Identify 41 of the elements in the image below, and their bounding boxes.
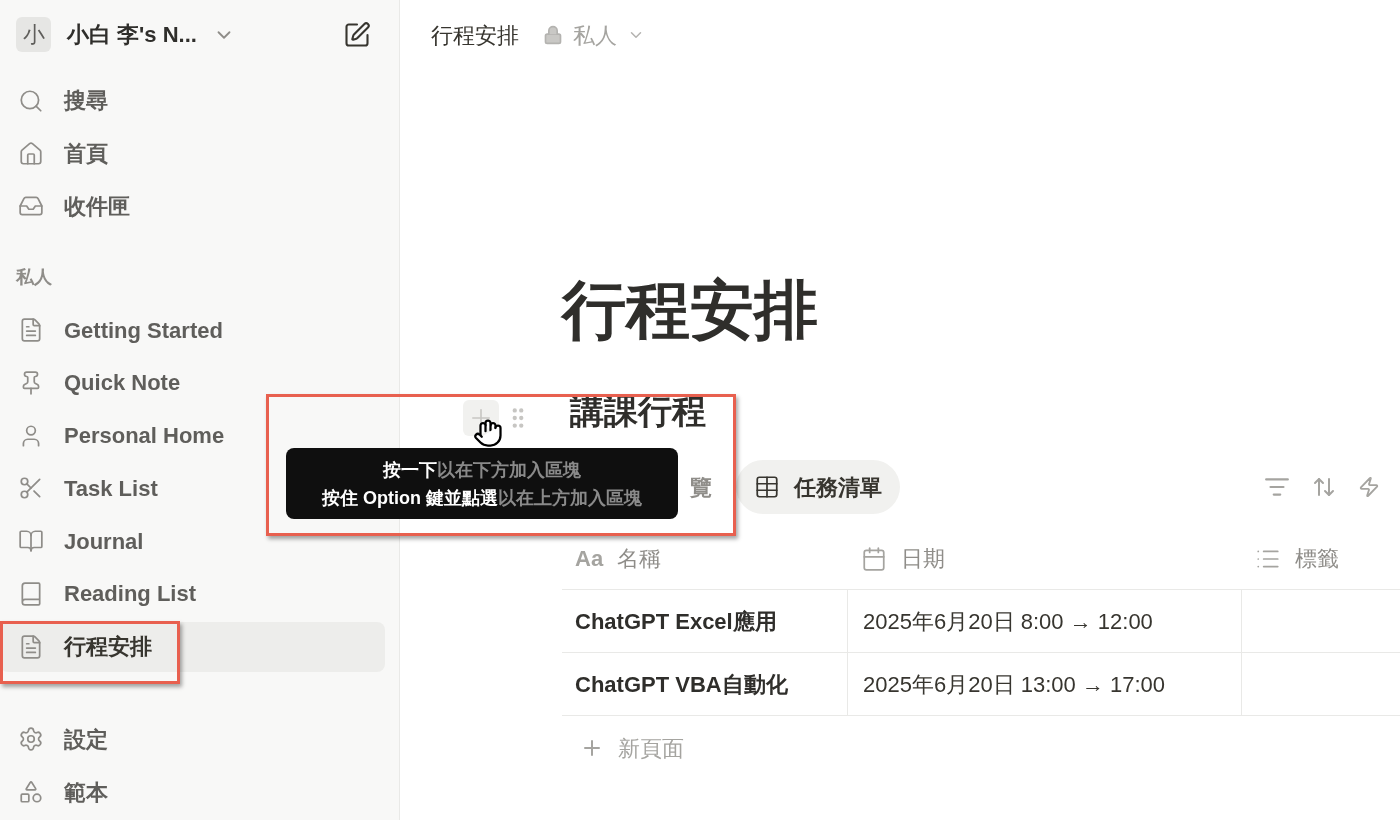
workspace-switcher[interactable]: 小白 李's N...	[67, 18, 197, 52]
lightning-icon[interactable]	[1358, 476, 1380, 498]
document-icon	[18, 633, 44, 660]
workspace-avatar: 小	[16, 17, 51, 53]
search-icon	[18, 87, 44, 114]
table-cell[interactable]: ChatGPT VBA自動化	[562, 653, 848, 715]
table-cell: 2025年6月20日 13:00 → 17:00	[848, 653, 1242, 715]
sidebar-item[interactable]: 首頁	[0, 128, 385, 179]
settings-icon	[18, 726, 44, 753]
sort-icon[interactable]	[1312, 475, 1336, 499]
section-label: 私人	[16, 266, 52, 290]
new-page-icon[interactable]	[343, 20, 371, 49]
sidebar-item[interactable]: Reading List	[0, 569, 385, 619]
table-cell[interactable]: ChatGPT Excel應用	[562, 590, 848, 652]
table-icon	[754, 474, 780, 500]
page-title: 行程安排	[562, 273, 818, 348]
sidebar-item[interactable]: 搜尋	[0, 75, 385, 126]
column-header[interactable]: 日期	[848, 528, 1242, 589]
shapes-icon	[18, 779, 44, 806]
hand-cursor-icon	[473, 418, 503, 448]
document-icon	[18, 317, 44, 344]
lock-icon	[543, 25, 563, 45]
sidebar-item[interactable]: 設定	[0, 714, 385, 765]
tooltip-line: 按住 Option 鍵並點選以在上方加入區塊	[322, 486, 642, 510]
tooltip-line: 按一下以在下方加入區塊	[383, 458, 581, 482]
text-type-icon: Aa	[575, 542, 604, 575]
column-header[interactable]: 標籤	[1242, 528, 1400, 589]
sidebar-item[interactable]: Quick Note	[0, 357, 385, 408]
book-icon	[18, 580, 44, 607]
breadcrumb-title[interactable]: 行程安排	[431, 18, 519, 52]
view-tab[interactable]: 覽	[690, 460, 724, 514]
view-tab[interactable]: 任務清單	[736, 460, 900, 514]
sidebar-item[interactable]: Getting Started	[0, 305, 385, 355]
sidebar-item[interactable]: 範本	[0, 767, 385, 818]
calendar-icon	[861, 545, 887, 572]
column-header[interactable]: Aa 名稱	[562, 528, 848, 589]
sidebar-item[interactable]: 收件匣	[0, 181, 385, 232]
home-icon	[18, 140, 44, 167]
sidebar-item[interactable]: Personal Home	[0, 410, 385, 461]
sidebar-item[interactable]: Journal	[0, 516, 385, 567]
table-cell: 2025年6月20日 8:00 → 12:00	[848, 590, 1242, 652]
